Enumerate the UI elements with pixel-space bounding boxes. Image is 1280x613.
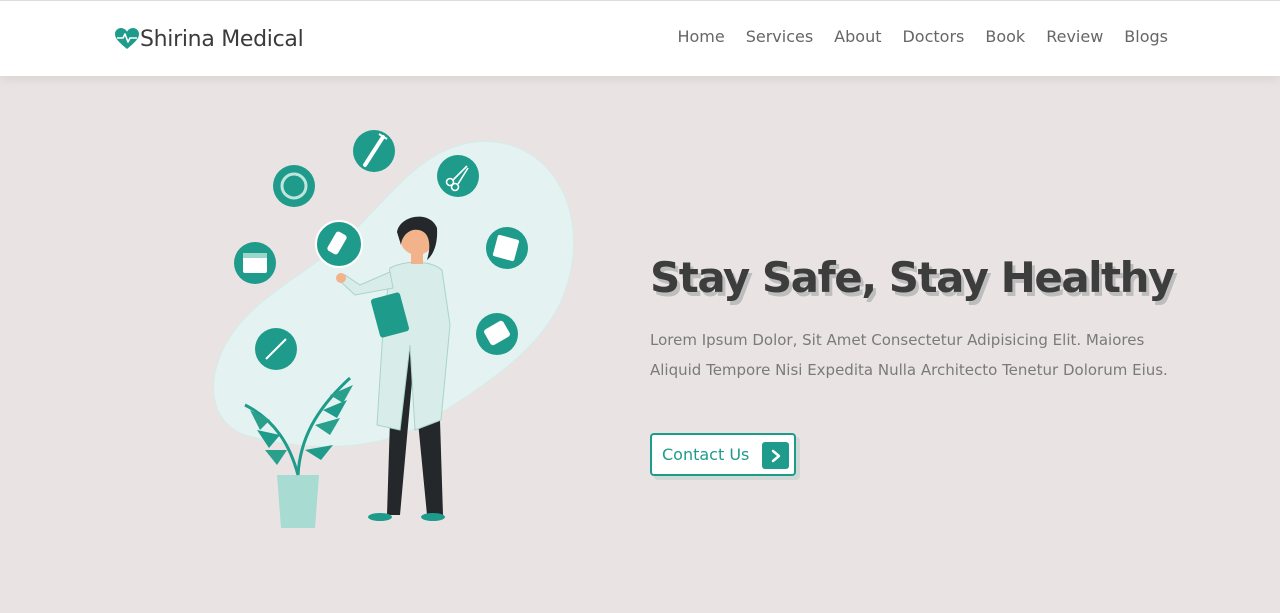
hero-description: Lorem Ipsum Dolor, Sit Amet Consectetur … xyxy=(650,331,1168,379)
brand-name: Shirina Medical xyxy=(140,26,304,52)
nav-item-services[interactable]: Services xyxy=(746,27,813,46)
ring-icon xyxy=(273,165,315,207)
thermometer-icon xyxy=(255,328,297,370)
bandage-icon xyxy=(486,227,528,269)
brand-logo[interactable]: Shirina Medical xyxy=(115,25,304,53)
main-nav: Home Services About Doctors Book Review … xyxy=(677,27,1168,46)
calendar-icon xyxy=(234,242,276,284)
chevron-right-icon xyxy=(762,442,789,469)
pills-icon xyxy=(476,313,518,355)
scissors-icon xyxy=(437,155,479,197)
bottle-icon xyxy=(315,220,363,268)
doctor-illustration xyxy=(213,130,574,528)
nav-item-about[interactable]: About xyxy=(834,27,881,46)
syringe-icon xyxy=(353,130,395,172)
hero-title: Stay Safe, Stay Healthy xyxy=(650,253,1175,302)
nav-item-book[interactable]: Book xyxy=(985,27,1025,46)
hero-illustration xyxy=(205,120,585,540)
heart-pulse-icon xyxy=(115,28,139,49)
nav-item-review[interactable]: Review xyxy=(1046,27,1103,46)
nav-item-home[interactable]: Home xyxy=(677,27,724,46)
hero-content: Stay Safe, Stay Healthy Lorem Ipsum Dolo… xyxy=(650,252,1175,476)
contact-us-button[interactable]: Contact Us xyxy=(650,433,796,476)
nav-item-doctors[interactable]: Doctors xyxy=(902,27,964,46)
contact-us-label: Contact Us xyxy=(662,445,750,464)
nav-item-blogs[interactable]: Blogs xyxy=(1124,27,1168,46)
site-header: Shirina Medical Home Services About Doct… xyxy=(0,0,1280,76)
